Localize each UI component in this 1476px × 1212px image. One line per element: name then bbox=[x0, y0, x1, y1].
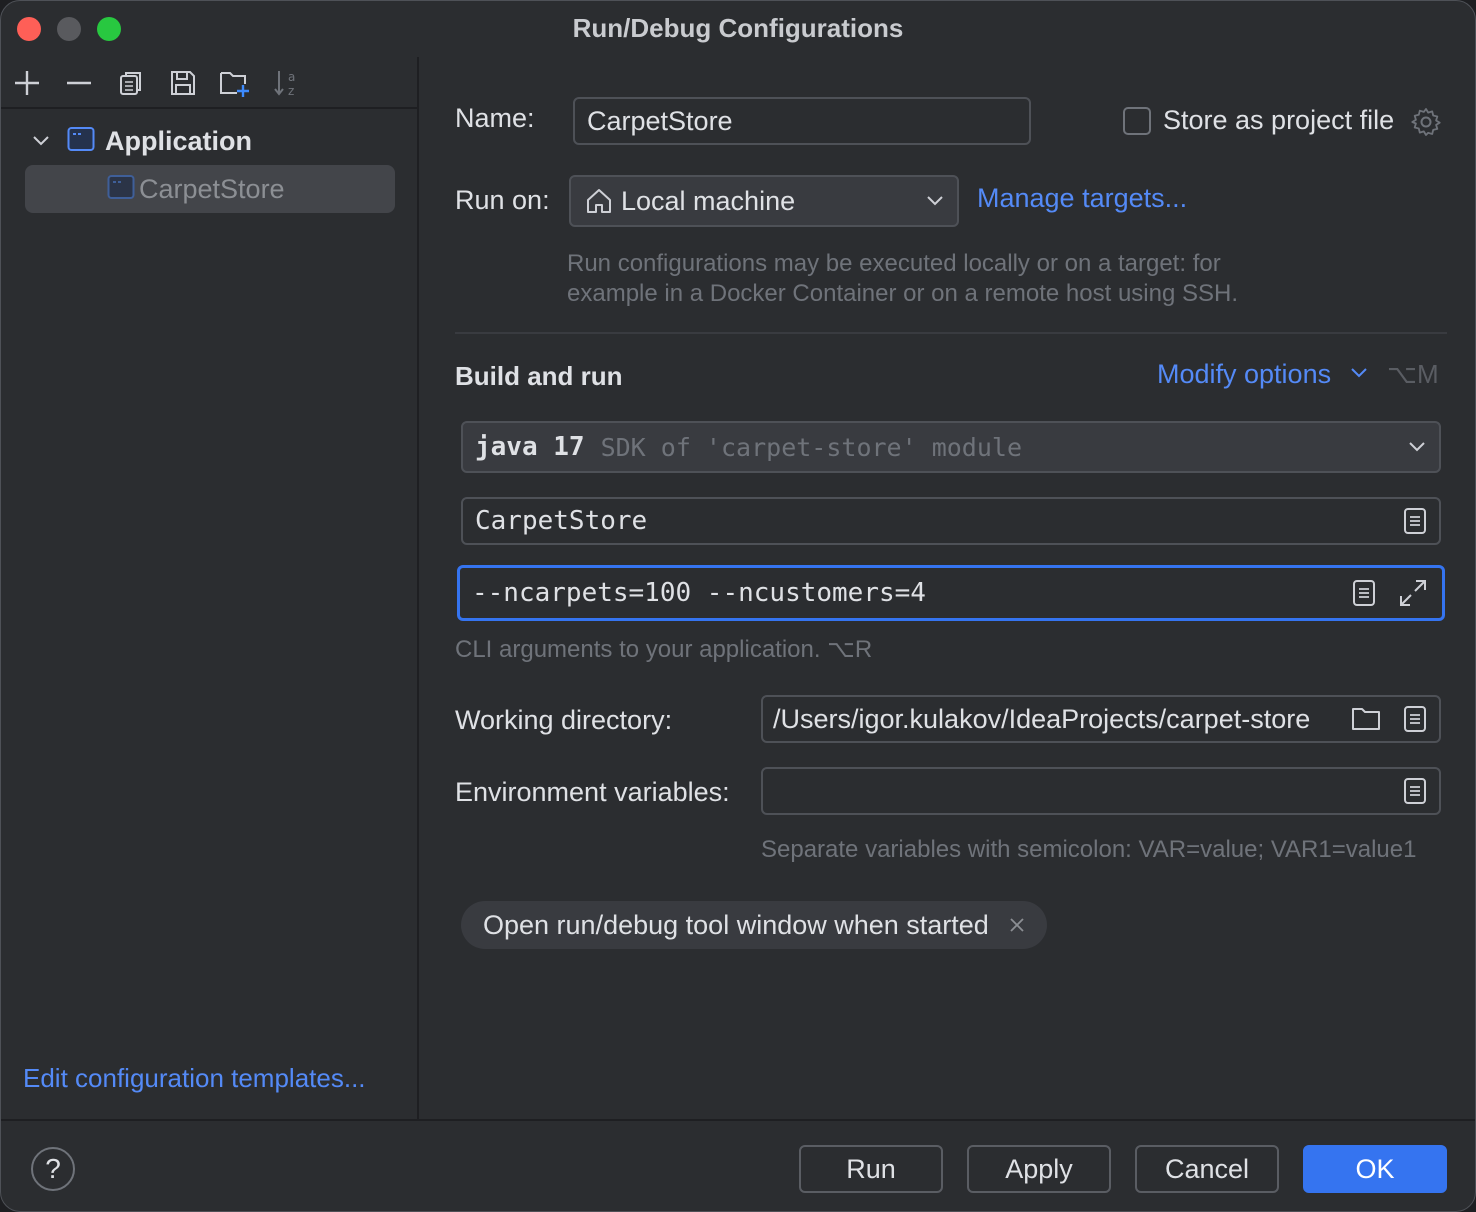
cancel-button[interactable]: Cancel bbox=[1135, 1145, 1279, 1193]
modify-options-shortcut: ⌥M bbox=[1387, 359, 1439, 390]
run-button[interactable]: Run bbox=[799, 1145, 943, 1193]
sdk-select[interactable]: java 17 SDK of 'carpet-store' module bbox=[461, 421, 1441, 473]
configurations-toolbar: az bbox=[1, 57, 419, 109]
browse-list-icon[interactable] bbox=[1403, 777, 1427, 805]
help-button[interactable]: ? bbox=[31, 1147, 75, 1191]
application-icon bbox=[107, 174, 135, 205]
chevron-down-icon[interactable] bbox=[1349, 365, 1369, 386]
configurations-sidebar: az Application CarpetStore Edit configur… bbox=[1, 57, 419, 1119]
run-on-value: Local machine bbox=[613, 186, 795, 217]
copy-icon[interactable] bbox=[115, 67, 147, 99]
window-title: Run/Debug Configurations bbox=[1, 13, 1475, 44]
application-icon bbox=[67, 126, 95, 157]
store-as-project-file-label[interactable]: Store as project file bbox=[1163, 105, 1394, 136]
run-debug-configurations-dialog: Run/Debug Configurations az bbox=[0, 0, 1476, 1212]
working-directory-value: /Users/igor.kulakov/IdeaProjects/carpet-… bbox=[763, 704, 1310, 735]
environment-variables-label: Environment variables: bbox=[455, 777, 730, 808]
browse-list-icon[interactable] bbox=[1403, 507, 1427, 535]
chevron-down-icon[interactable] bbox=[25, 125, 57, 157]
name-input[interactable]: CarpetStore bbox=[573, 97, 1031, 145]
browse-list-icon[interactable] bbox=[1403, 705, 1427, 733]
program-arguments-value: --ncarpets=100 --ncustomers=4 bbox=[460, 578, 926, 608]
sdk-description: SDK of 'carpet-store' module bbox=[601, 433, 1022, 462]
gear-icon[interactable] bbox=[1411, 107, 1441, 142]
tree-group-application[interactable]: Application bbox=[25, 121, 252, 161]
tree-group-label: Application bbox=[105, 126, 252, 157]
tree-item-label: CarpetStore bbox=[139, 174, 285, 205]
add-icon[interactable] bbox=[11, 67, 43, 99]
option-chip-open-tool-window[interactable]: Open run/debug tool window when started bbox=[461, 901, 1047, 949]
apply-button[interactable]: Apply bbox=[967, 1145, 1111, 1193]
svg-text:z: z bbox=[288, 84, 294, 98]
modify-options-link[interactable]: Modify options bbox=[1157, 359, 1331, 390]
main-class-input[interactable]: CarpetStore bbox=[461, 497, 1441, 545]
tree-item-carpetstore[interactable]: CarpetStore bbox=[25, 165, 395, 213]
run-on-hint-line1: Run configurations may be executed local… bbox=[567, 249, 1221, 279]
run-on-hint-line2: example in a Docker Container or on a re… bbox=[567, 279, 1238, 309]
program-arguments-input[interactable]: --ncarpets=100 --ncustomers=4 bbox=[457, 565, 1445, 621]
remove-icon[interactable] bbox=[63, 67, 95, 99]
environment-variables-input[interactable] bbox=[761, 767, 1441, 815]
manage-targets-link[interactable]: Manage targets... bbox=[977, 183, 1187, 214]
configuration-form: Name: CarpetStore Store as project file … bbox=[421, 57, 1476, 1119]
chevron-down-icon bbox=[925, 194, 945, 208]
new-folder-icon[interactable] bbox=[219, 67, 251, 99]
name-label: Name: bbox=[455, 103, 535, 134]
browse-list-icon[interactable] bbox=[1352, 579, 1376, 607]
working-directory-input[interactable]: /Users/igor.kulakov/IdeaProjects/carpet-… bbox=[761, 695, 1441, 743]
environment-variables-hint: Separate variables with semicolon: VAR=v… bbox=[761, 835, 1416, 865]
run-on-label: Run on: bbox=[455, 185, 550, 216]
program-arguments-hint: CLI arguments to your application. ⌥R bbox=[455, 635, 872, 665]
sort-alpha-icon[interactable]: az bbox=[271, 67, 303, 99]
edit-configuration-templates-link[interactable]: Edit configuration templates... bbox=[23, 1063, 366, 1094]
folder-icon[interactable] bbox=[1351, 706, 1381, 732]
working-directory-label: Working directory: bbox=[455, 705, 672, 736]
chevron-down-icon bbox=[1407, 440, 1427, 454]
name-input-value: CarpetStore bbox=[575, 106, 733, 137]
run-on-select[interactable]: Local machine bbox=[569, 175, 959, 227]
save-icon[interactable] bbox=[167, 67, 199, 99]
store-as-project-file-checkbox[interactable] bbox=[1123, 107, 1151, 135]
expand-icon[interactable] bbox=[1398, 578, 1428, 608]
close-icon[interactable] bbox=[1009, 917, 1025, 933]
ok-button[interactable]: OK bbox=[1303, 1145, 1447, 1193]
option-chip-label: Open run/debug tool window when started bbox=[483, 910, 989, 941]
title-bar: Run/Debug Configurations bbox=[1, 1, 1475, 57]
separator bbox=[455, 332, 1447, 334]
main-class-value: CarpetStore bbox=[463, 506, 647, 536]
home-icon bbox=[585, 187, 613, 215]
build-and-run-title: Build and run bbox=[455, 361, 623, 392]
sdk-java-version: java 17 bbox=[463, 432, 585, 462]
dialog-footer: ? Run Apply Cancel OK bbox=[1, 1119, 1475, 1212]
svg-text:a: a bbox=[288, 70, 295, 84]
